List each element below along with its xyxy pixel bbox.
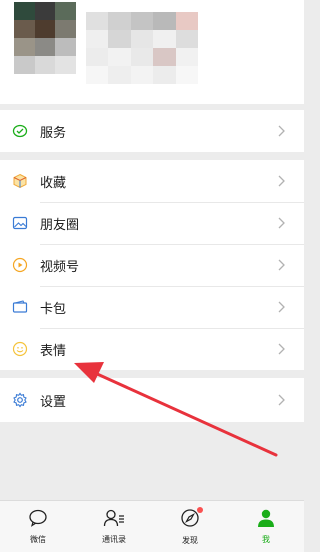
menu-item-services[interactable]: 服务	[0, 110, 304, 153]
menu-label-cards: 卡包	[40, 300, 67, 316]
mosaic-tile	[34, 38, 56, 56]
chevron-right-icon	[276, 217, 286, 229]
mosaic-tile	[130, 48, 154, 66]
smile-icon	[12, 341, 28, 357]
menu-group-services: 服务	[0, 110, 304, 152]
tab-chats[interactable]: 微信	[0, 501, 76, 552]
mosaic-tile	[86, 30, 109, 48]
menu-label-favorites: 收藏	[40, 174, 67, 190]
mosaic-tile	[130, 66, 154, 84]
menu-label-moments: 朋友圈	[40, 216, 80, 232]
mosaic-tile	[55, 20, 76, 38]
menu-label-settings: 设置	[40, 393, 67, 409]
mosaic-tile	[55, 2, 76, 20]
mosaic-tile	[34, 2, 56, 20]
wechat-pay-icon	[12, 123, 28, 139]
menu-group-main: 收藏 朋友圈 视频号 卡包 表情	[0, 160, 304, 370]
menu-item-moments[interactable]: 朋友圈	[0, 202, 304, 244]
mosaic-tile	[153, 48, 176, 66]
mosaic-tile	[108, 66, 131, 84]
section-gap	[0, 152, 304, 160]
tab-label-chats: 微信	[30, 534, 46, 544]
wallet-icon	[12, 299, 28, 315]
mosaic-tile	[175, 30, 198, 48]
menu-item-settings[interactable]: 设置	[0, 378, 304, 422]
tab-label-contacts: 通讯录	[102, 534, 126, 544]
mosaic-tile	[86, 12, 109, 30]
mosaic-tile	[14, 38, 35, 56]
mosaic-tile	[86, 48, 109, 66]
menu-item-stickers[interactable]: 表情	[0, 328, 304, 370]
chevron-right-icon	[276, 259, 286, 271]
menu-item-channels[interactable]: 视频号	[0, 244, 304, 286]
mosaic-tile	[34, 56, 56, 74]
mosaic-tile	[14, 2, 35, 20]
mosaic-tile	[175, 48, 198, 66]
mosaic-tile	[34, 20, 56, 38]
profile-name-pixelated	[86, 12, 198, 84]
section-gap	[0, 370, 304, 378]
chevron-right-icon	[276, 394, 286, 406]
mosaic-tile	[175, 66, 198, 84]
mosaic-tile	[108, 12, 131, 30]
person-icon	[256, 509, 276, 532]
tab-me[interactable]: 我	[228, 501, 304, 552]
profile-header[interactable]	[0, 0, 304, 104]
notification-dot	[197, 507, 203, 513]
tab-discover[interactable]: 发现	[152, 501, 228, 552]
chevron-right-icon	[276, 125, 286, 137]
mosaic-tile	[108, 48, 131, 66]
avatar[interactable]	[14, 2, 76, 74]
chevron-right-icon	[276, 301, 286, 313]
menu-item-favorites[interactable]: 收藏	[0, 160, 304, 202]
chat-bubble-icon	[28, 509, 48, 532]
mosaic-tile	[55, 56, 76, 74]
gear-icon	[12, 392, 28, 408]
mosaic-tile	[55, 38, 76, 56]
menu-item-cards[interactable]: 卡包	[0, 286, 304, 328]
chevron-right-icon	[276, 175, 286, 187]
bottom-tab-bar: 微信 通讯录 发现 我	[0, 500, 304, 552]
tab-label-discover: 发现	[182, 535, 198, 545]
tab-label-me: 我	[262, 534, 270, 544]
menu-label-channels: 视频号	[40, 258, 80, 274]
mosaic-tile	[153, 66, 176, 84]
mosaic-tile	[130, 30, 154, 48]
play-circle-icon	[12, 257, 28, 273]
mosaic-tile	[130, 12, 154, 30]
mosaic-tile	[175, 12, 198, 30]
mosaic-tile	[153, 30, 176, 48]
menu-label-services: 服务	[40, 124, 67, 140]
image-icon	[12, 215, 28, 231]
tab-contacts[interactable]: 通讯录	[76, 501, 152, 552]
chevron-right-icon	[276, 343, 286, 355]
mosaic-tile	[108, 30, 131, 48]
mosaic-tile	[86, 66, 109, 84]
mosaic-tile	[14, 56, 35, 74]
mosaic-tile	[14, 20, 35, 38]
contacts-icon	[103, 509, 125, 532]
mosaic-tile	[153, 12, 176, 30]
cube-icon	[12, 173, 28, 189]
menu-group-settings: 设置	[0, 378, 304, 422]
menu-label-stickers: 表情	[40, 342, 67, 358]
